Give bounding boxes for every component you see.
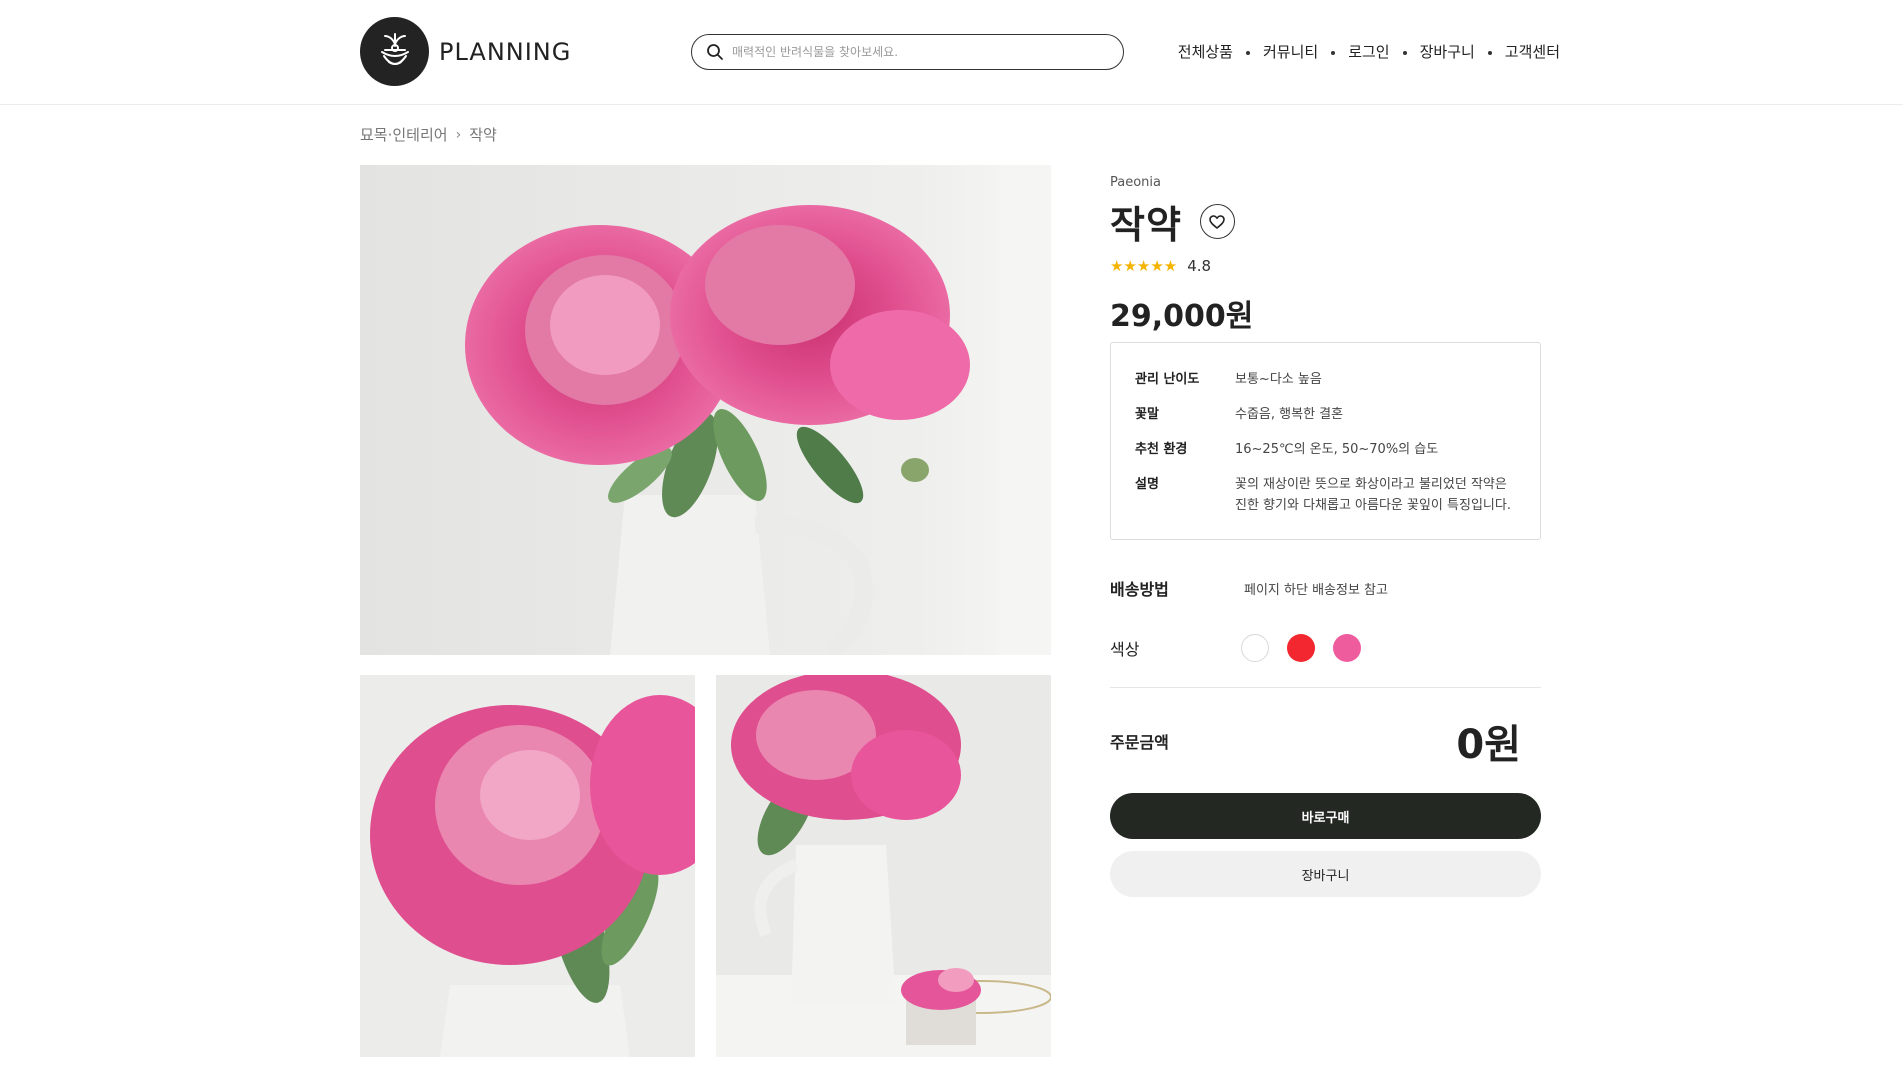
color-swatch-red[interactable]: [1287, 634, 1315, 662]
color-swatch-pink[interactable]: [1333, 634, 1361, 662]
product-info: Paeonia 작약 ★★★★★ 4.8 29,000원: [1110, 175, 1541, 335]
chevron-right-icon: ›: [455, 126, 462, 143]
site-header: PLANNING 전체상품 커뮤니티 로그인 장바구니 고객센터: [0, 0, 1903, 105]
nav-separator: [1331, 51, 1336, 55]
divider: [1110, 687, 1541, 688]
breadcrumb: 묘목·인테리어 › 작약: [360, 124, 497, 145]
nav-all-products[interactable]: 전체상품: [1178, 41, 1233, 62]
nav-community[interactable]: 커뮤니티: [1263, 41, 1318, 62]
nav-separator: [1487, 51, 1492, 55]
logo[interactable]: PLANNING: [360, 17, 571, 86]
spec-key: 설명: [1135, 477, 1159, 492]
product-main-image[interactable]: [360, 165, 1051, 655]
rating-stars: ★★★★★: [1110, 257, 1178, 275]
plant-pot-logo-icon: [360, 17, 429, 86]
nav-separator: [1402, 51, 1407, 55]
product-latin-name: Paeonia: [1110, 175, 1161, 190]
color-row: 색상: [1110, 634, 1379, 662]
breadcrumb-category[interactable]: 묘목·인테리어: [360, 124, 448, 145]
order-total-value: 0원: [1456, 722, 1521, 768]
heart-icon: [1209, 214, 1226, 229]
spec-key: 꽃말: [1135, 407, 1159, 422]
color-swatch-white[interactable]: [1241, 634, 1269, 662]
product-thumbnail-2[interactable]: [716, 675, 1051, 1057]
spec-value: 보통~다소 높음: [1235, 372, 1322, 387]
nav-customer-center[interactable]: 고객센터: [1505, 41, 1560, 62]
nav-separator: [1245, 51, 1250, 55]
order-total-row: 주문금액 0원: [1110, 712, 1541, 770]
product-price: 29,000원: [1110, 299, 1254, 334]
main-nav: 전체상품 커뮤니티 로그인 장바구니 고객센터: [1178, 41, 1560, 62]
spec-key: 추천 환경: [1135, 442, 1188, 457]
shipping-label: 배송방법: [1110, 580, 1169, 599]
rating-value: 4.8: [1187, 257, 1212, 275]
product-name: 작약: [1110, 203, 1182, 247]
shipping-value: 페이지 하단 배송정보 참고: [1244, 582, 1388, 598]
search-icon[interactable]: [706, 43, 724, 61]
nav-login[interactable]: 로그인: [1348, 41, 1389, 62]
spec-value: 16~25℃의 온도, 50~70%의 습도: [1235, 442, 1439, 457]
spec-row-description: 설명 꽃의 재상이란 뜻으로 화상이라고 불리었던 작약은 진한 향기와 다채롭…: [1135, 474, 1516, 516]
spec-key: 관리 난이도: [1135, 372, 1200, 387]
spec-row-difficulty: 관리 난이도 보통~다소 높음: [1135, 369, 1516, 390]
spec-value: 꽃의 재상이란 뜻으로 화상이라고 불리었던 작약은 진한 향기와 다채롭고 아…: [1235, 477, 1511, 513]
logo-text: PLANNING: [439, 37, 572, 66]
spec-value: 수줍음, 행복한 결혼: [1235, 407, 1344, 422]
shipping-row: 배송방법 페이지 하단 배송정보 참고: [1110, 576, 1388, 600]
search-bar[interactable]: [691, 34, 1124, 70]
product-thumbnail-1[interactable]: [360, 675, 695, 1057]
spec-row-flower-language: 꽃말 수줍음, 행복한 결혼: [1135, 404, 1516, 425]
order-total-label: 주문금액: [1110, 733, 1169, 752]
spec-row-environment: 추천 환경 16~25℃의 온도, 50~70%의 습도: [1135, 439, 1516, 460]
wishlist-button[interactable]: [1199, 204, 1235, 239]
add-to-cart-button[interactable]: 장바구니: [1110, 851, 1541, 897]
product-spec-box: 관리 난이도 보통~다소 높음 꽃말 수줍음, 행복한 결혼 추천 환경 16~…: [1110, 342, 1541, 540]
color-label: 색상: [1110, 640, 1140, 659]
nav-cart[interactable]: 장바구니: [1420, 41, 1475, 62]
breadcrumb-current[interactable]: 작약: [469, 124, 497, 145]
search-input[interactable]: [732, 45, 1102, 59]
buy-now-button[interactable]: 바로구매: [1110, 793, 1541, 839]
